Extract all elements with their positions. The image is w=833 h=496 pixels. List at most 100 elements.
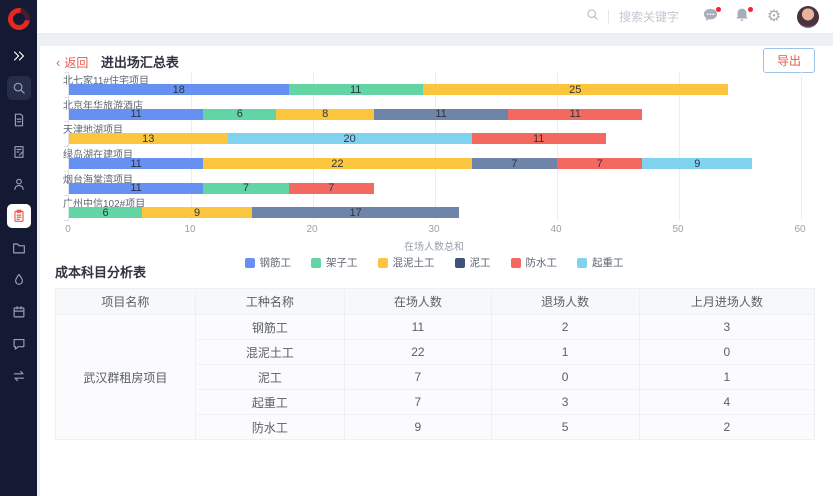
report-icon xyxy=(11,208,27,224)
bar-segment-钢筋工[interactable]: 11 xyxy=(69,109,203,120)
table-cell: 22 xyxy=(345,340,491,365)
table-cell: 混泥土工 xyxy=(195,340,345,365)
bar-segment-泥工[interactable]: 7 xyxy=(472,158,557,169)
x-tick-label: 60 xyxy=(794,224,805,235)
sidebar-item-files[interactable] xyxy=(7,236,31,260)
sidebar-item-transfer[interactable] xyxy=(7,364,31,388)
x-tick-label: 20 xyxy=(306,224,317,235)
chart-row: 绿岛湖在建项目1122779 xyxy=(69,146,800,170)
chart-row: 天津地湖项目132011 xyxy=(69,121,800,145)
bar-segment-泥工[interactable]: 17 xyxy=(252,207,459,218)
stacked-bar: 181125 xyxy=(69,84,728,95)
x-tick-label: 0 xyxy=(65,224,71,235)
column-header: 项目名称 xyxy=(56,289,196,315)
cost-table-header-row: 项目名称工种名称在场人数退场人数上月进场人数 xyxy=(56,289,815,315)
column-header: 在场人数 xyxy=(345,289,491,315)
page-toolbar: ‹ 返回 进出场汇总表 导出 xyxy=(40,46,833,74)
column-header: 上月进场人数 xyxy=(639,289,814,315)
sidebar-item-users[interactable] xyxy=(7,172,31,196)
table-cell: 7 xyxy=(345,390,491,415)
bar-segment-架子工[interactable]: 7 xyxy=(203,183,288,194)
x-axis-ticks: 0102030405060 xyxy=(68,224,800,236)
back-button[interactable]: ‹ 返回 xyxy=(56,54,88,71)
user-icon xyxy=(11,176,27,192)
gridline xyxy=(801,72,802,220)
x-tick-label: 50 xyxy=(672,224,683,235)
calendar-icon xyxy=(11,304,27,320)
bar-segment-架子工[interactable]: 11 xyxy=(289,84,423,95)
bar-segment-钢筋工[interactable]: 11 xyxy=(69,158,203,169)
bar-segment-防水工[interactable]: 11 xyxy=(472,133,606,144)
project-name-cell: 武汉群租房项目 xyxy=(56,315,196,440)
bar-segment-防水工[interactable]: 7 xyxy=(289,183,374,194)
table-cell: 5 xyxy=(491,415,639,440)
bar-segment-防水工[interactable]: 11 xyxy=(508,109,642,120)
avatar[interactable] xyxy=(797,6,819,28)
bar-segment-混泥土工[interactable]: 8 xyxy=(276,109,374,120)
sidebar xyxy=(0,0,37,496)
topbar-settings-button[interactable]: ⚙ xyxy=(765,8,783,26)
notification-badge-dot xyxy=(716,7,721,12)
sidebar-item-search[interactable] xyxy=(7,76,31,100)
x-axis-title: 在场人数总和 xyxy=(68,238,800,253)
gear-icon: ⚙ xyxy=(767,9,781,25)
sidebar-item-water[interactable] xyxy=(7,268,31,292)
sidebar-item-compose[interactable] xyxy=(7,140,31,164)
bar-segment-混泥土工[interactable]: 25 xyxy=(423,84,728,95)
topbar: ⚙ xyxy=(37,0,833,34)
topbar-messages-button[interactable] xyxy=(701,8,719,26)
column-header: 退场人数 xyxy=(491,289,639,315)
column-header: 工种名称 xyxy=(195,289,345,315)
sidebar-item-collapse[interactable] xyxy=(7,44,31,68)
chart-plot: 北七家11#住宅项目181125北京年华旅游酒店11681111天津地湖项目13… xyxy=(68,72,800,220)
app-logo[interactable] xyxy=(3,4,34,35)
table-cell: 1 xyxy=(639,365,814,390)
table-cell: 3 xyxy=(491,390,639,415)
droplet-icon xyxy=(11,272,27,288)
table-cell: 7 xyxy=(345,365,491,390)
stacked-bar: 11681111 xyxy=(69,109,642,120)
chat-icon xyxy=(11,336,27,352)
sidebar-item-documents[interactable] xyxy=(7,108,31,132)
bar-segment-架子工[interactable]: 6 xyxy=(203,109,276,120)
bar-segment-混泥土工[interactable]: 9 xyxy=(142,207,252,218)
cost-table: 项目名称工种名称在场人数退场人数上月进场人数 武汉群租房项目钢筋工1123混泥土… xyxy=(55,288,815,440)
chart-row: 广州中信102#项目6917 xyxy=(69,195,800,219)
x-tick-label: 10 xyxy=(184,224,195,235)
bar-segment-混泥土工[interactable]: 13 xyxy=(69,133,228,144)
table-cell: 起重工 xyxy=(195,390,345,415)
bar-segment-防水工[interactable]: 7 xyxy=(557,158,642,169)
table-cell: 3 xyxy=(639,315,814,340)
transfer-icon xyxy=(11,368,27,384)
bar-segment-架子工[interactable]: 6 xyxy=(69,207,142,218)
bar-segment-钢筋工[interactable]: 11 xyxy=(69,183,203,194)
bar-segment-起重工[interactable]: 20 xyxy=(228,133,472,144)
chart-row: 北京年华旅游酒店11681111 xyxy=(69,97,800,121)
table-cell: 防水工 xyxy=(195,415,345,440)
back-label: 返回 xyxy=(64,54,88,71)
table-cell: 11 xyxy=(345,315,491,340)
content-card: ‹ 返回 进出场汇总表 导出 北七家11#住宅项目181125北京年华旅游酒店1… xyxy=(40,46,833,496)
entry-exit-chart: 北七家11#住宅项目181125北京年华旅游酒店11681111天津地湖项目13… xyxy=(40,72,833,268)
search-divider xyxy=(608,10,609,24)
folder-icon xyxy=(11,240,27,256)
export-button[interactable]: 导出 xyxy=(763,48,815,73)
table-cell: 钢筋工 xyxy=(195,315,345,340)
search-icon[interactable] xyxy=(585,7,600,27)
sidebar-item-reports[interactable] xyxy=(7,204,31,228)
double-chevron-right-icon xyxy=(11,48,27,64)
bar-segment-混泥土工[interactable]: 22 xyxy=(203,158,471,169)
bar-segment-起重工[interactable]: 9 xyxy=(642,158,752,169)
stacked-bar: 6917 xyxy=(69,207,459,218)
bar-segment-钢筋工[interactable]: 18 xyxy=(69,84,289,95)
table-cell: 2 xyxy=(491,315,639,340)
table-cell: 9 xyxy=(345,415,491,440)
topbar-notifications-button[interactable] xyxy=(733,8,751,26)
stacked-bar: 132011 xyxy=(69,133,606,144)
sidebar-item-calendar[interactable] xyxy=(7,300,31,324)
stacked-bar: 1122779 xyxy=(69,158,752,169)
bar-segment-泥工[interactable]: 11 xyxy=(374,109,508,120)
sidebar-item-messages[interactable] xyxy=(7,332,31,356)
table-cell: 0 xyxy=(491,365,639,390)
table-cell: 1 xyxy=(491,340,639,365)
